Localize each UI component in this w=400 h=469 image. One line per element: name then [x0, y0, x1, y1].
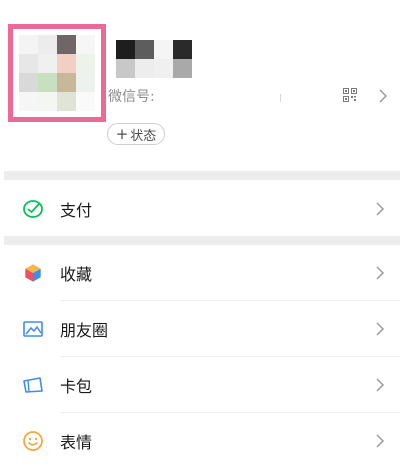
smiley-face-icon	[23, 431, 43, 451]
cube-icon	[24, 263, 42, 283]
menu-label-cards: 卡包	[60, 377, 93, 396]
menu-label-pay: 支付	[60, 201, 93, 220]
menu-item-cards[interactable]: 卡包	[0, 357, 400, 413]
wechat-id-divider	[280, 94, 281, 102]
plus-icon: +	[115, 124, 129, 143]
qr-code-icon[interactable]	[343, 88, 357, 102]
menu-item-favorites[interactable]: 收藏	[0, 245, 400, 301]
chevron-right-icon[interactable]	[377, 89, 389, 103]
status-label: 状态	[130, 128, 157, 144]
chevron-right-icon	[376, 202, 385, 216]
nickname-pixelated	[116, 40, 192, 78]
chevron-right-icon	[376, 322, 385, 336]
menu-label-favorites: 收藏	[60, 265, 93, 284]
menu-label-moments: 朋友圈	[60, 321, 109, 340]
section-separator	[4, 236, 400, 245]
wechat-id-row[interactable]: 微信号:	[108, 88, 315, 106]
profile-header[interactable]: 微信号: + 状态	[0, 0, 400, 170]
card-wallet-icon	[23, 377, 43, 393]
menu-label-stickers: 表情	[60, 433, 93, 452]
photo-album-icon	[23, 321, 43, 337]
chevron-right-icon	[376, 434, 385, 448]
menu-item-stickers[interactable]: 表情	[0, 413, 400, 469]
section-separator	[4, 171, 400, 180]
wechat-id-label: 微信号:	[108, 89, 155, 105]
wallet-check-icon	[23, 200, 43, 218]
avatar[interactable]	[19, 35, 95, 111]
menu-item-pay[interactable]: 支付	[0, 181, 400, 237]
menu-item-moments[interactable]: 朋友圈	[0, 301, 400, 357]
add-status-button[interactable]: + 状态	[107, 123, 165, 145]
avatar-highlight-frame	[8, 24, 106, 122]
chevron-right-icon	[376, 378, 385, 392]
chevron-right-icon	[376, 266, 385, 280]
